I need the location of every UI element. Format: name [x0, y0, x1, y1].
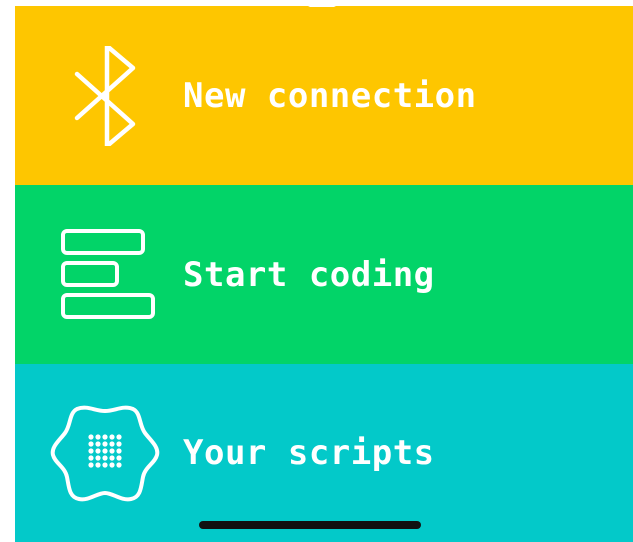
home-indicator[interactable]	[199, 521, 421, 529]
your-scripts-label: Your scripts	[183, 433, 435, 473]
start-coding-label: Start coding	[183, 255, 435, 295]
start-coding-button[interactable]: Start coding	[15, 185, 633, 364]
main-menu: New connection Start coding Your scripts	[15, 6, 633, 542]
app-screen: New connection Start coding Your scripts	[0, 0, 633, 542]
bluetooth-icon	[47, 41, 162, 151]
new-connection-button[interactable]: New connection	[15, 6, 633, 185]
popover-arrow	[308, 0, 336, 7]
your-scripts-button[interactable]: Your scripts	[15, 364, 633, 542]
scripts-badge-icon	[47, 398, 162, 508]
code-blocks-icon	[47, 220, 162, 330]
new-connection-label: New connection	[183, 76, 477, 116]
